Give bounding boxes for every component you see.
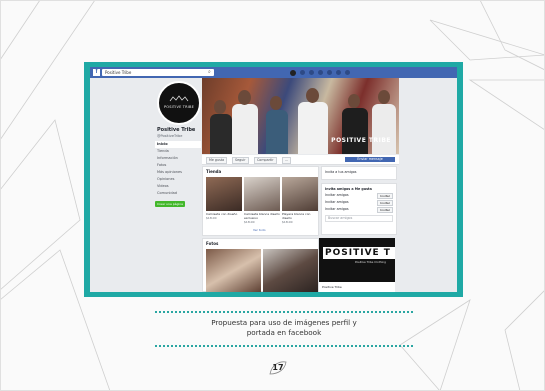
menu-icon[interactable] [345,70,350,75]
friends-icon[interactable] [309,70,314,75]
cover-person [372,104,396,154]
facebook-topbar-right [290,69,350,76]
profile-logo-icon [169,95,189,102]
product-image [282,177,318,211]
cover-person [298,102,328,154]
screenshot-frame: f Positive Tribe ⌕ POSITIVE TRIBE Positi… [84,62,463,297]
messages-icon[interactable] [318,70,323,75]
like-button[interactable]: Me gusta [206,157,228,164]
create-page-button[interactable]: Crear una página [155,201,185,207]
shop-panel: Tienda Camiseta con diseño $18.00 Camise… [202,166,319,236]
side-item-tienda[interactable]: Tienda [155,148,201,155]
user-avatar[interactable] [290,69,296,76]
side-item-inicio[interactable]: Inicio [155,141,201,148]
invite-friends-text[interactable]: Invita a tus amigos [325,170,393,175]
cover-person [232,104,258,154]
shop-title: Tienda [206,169,222,174]
product-image [206,177,242,211]
caption-line-2: portada en facebook [246,328,322,337]
side-item-comunidad[interactable]: Comunidad [155,190,201,197]
notifications-icon[interactable] [327,70,332,75]
see-all-link[interactable]: Ver todo [253,228,266,232]
photo-thumbnail[interactable] [206,249,261,292]
product-caption: Playera blanca con diseño [282,212,311,220]
invite-row: Invitar amigos Invitar [325,192,393,199]
photo-thumbnail[interactable] [263,249,318,292]
help-icon[interactable] [336,70,341,75]
invite-row-label: Invitar amigos [325,207,349,211]
side-item-opiniones[interactable]: Opiniones [155,176,201,183]
home-icon[interactable] [300,70,305,75]
dotted-rule-bottom [155,345,413,347]
cover-person-head [378,90,390,104]
page-number-badge: 17 [268,360,288,376]
product-card[interactable]: Camiseta blanca diseño exclusivo $18.00 [244,177,282,224]
banner-subtitle: Positive Tribe Clothing [355,260,386,264]
facebook-logo-icon[interactable]: f [93,69,100,76]
banner-title: POSITIVE T [323,247,395,259]
send-message-button[interactable]: Enviar mensaje [345,157,395,162]
product-card[interactable]: Camiseta con diseño $18.00 [206,177,244,220]
profile-picture[interactable]: POSITIVE TRIBE [157,81,201,125]
facebook-page-screenshot: f Positive Tribe ⌕ POSITIVE TRIBE Positi… [90,67,457,292]
product-price: $18.00 [244,220,255,224]
product-price: $18.00 [206,216,217,220]
cover-caption: POSITIVE TRIBE [331,137,391,144]
product-price: $18.00 [282,220,293,224]
facebook-search-input[interactable]: Positive Tribe [102,69,214,76]
profile-logo-text: POSITIVE TRIBE [163,105,195,109]
page-name[interactable]: Positive Tribe [157,127,195,133]
banner-footer: Positive Tribe [319,282,395,292]
photos-panel: Fotos [202,238,319,292]
more-button[interactable]: ... [282,157,292,164]
invite-row: Invitar amigos Invitar [325,206,393,213]
search-icon[interactable]: ⌕ [208,70,213,75]
invite-row: Invitar amigos Invitar [325,199,393,206]
invite-button[interactable]: Invitar [377,206,393,213]
side-item-videos[interactable]: Videos [155,183,201,190]
cover-person-head [270,96,282,110]
cover-person-head [214,100,226,114]
page-number: 17 [272,363,284,372]
invite-like-box: Invita amigos a Me gusta Invitar amigos … [321,183,397,235]
cover-person-head [306,88,319,103]
dotted-rule-top [155,311,413,313]
slide-page: f Positive Tribe ⌕ POSITIVE TRIBE Positi… [0,0,545,391]
invite-button[interactable]: Invitar [377,192,393,199]
invite-button[interactable]: Invitar [377,199,393,206]
invite-row-label: Invitar amigos [325,193,349,197]
page-action-bar: Me gusta Seguir Compartir ... Enviar men… [202,155,399,165]
page-handle[interactable]: @PositiveTribe [157,134,182,138]
side-item-informacion[interactable]: Información [155,155,201,162]
cover-photo[interactable]: POSITIVE TRIBE [202,78,399,154]
cover-person [342,108,368,154]
product-image [244,177,280,211]
friend-search-input[interactable]: Buscar amigos [325,215,393,222]
photos-title: Fotos [206,241,219,246]
side-menu: Inicio Tienda Información Fotos Más opin… [155,141,201,207]
positive-tribe-banner[interactable]: POSITIVE T Positive Tribe Clothing Posit… [319,238,395,292]
invite-friends-box: Invita a tus amigos [321,166,397,180]
cover-person-head [348,94,360,108]
cover-person [210,114,232,154]
invite-row-label: Invitar amigos [325,200,349,204]
side-item-fotos[interactable]: Fotos [155,162,201,169]
cover-person-head [238,90,251,105]
cover-person [266,110,288,154]
product-caption: Camiseta blanca diseño exclusivo [244,212,280,220]
figure-caption: Propuesta para uso de imágenes perfil y … [150,318,418,338]
share-button[interactable]: Compartir [254,157,277,164]
caption-line-1: Propuesta para uso de imágenes perfil y [211,318,357,327]
product-card[interactable]: Playera blanca con diseño $18.00 [282,177,320,224]
follow-button[interactable]: Seguir [232,157,249,164]
facebook-topbar: f Positive Tribe ⌕ [90,67,457,78]
side-item-mas-opiniones[interactable]: Más opiniones [155,169,201,176]
